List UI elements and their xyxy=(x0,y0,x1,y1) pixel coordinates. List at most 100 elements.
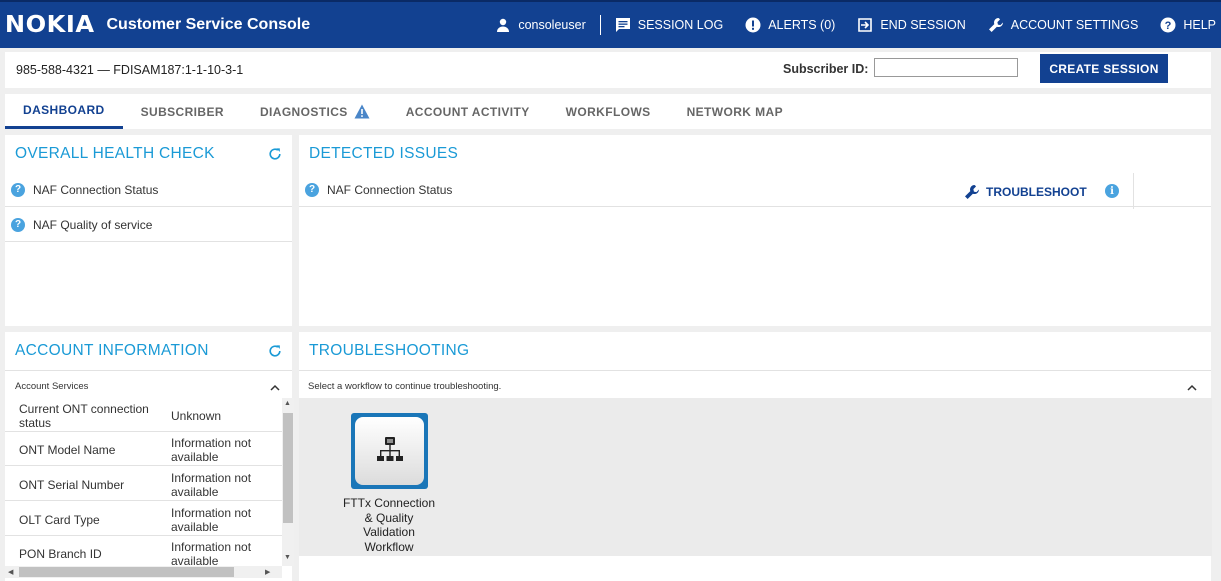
tab-bar: DASHBOARD SUBSCRIBER DIAGNOSTICS ACCOUNT… xyxy=(5,94,1211,129)
tab-label: SUBSCRIBER xyxy=(140,104,224,119)
table-row: ONT Model Name Information not available xyxy=(5,432,282,466)
troubleshooting-instruction: Select a workflow to continue troublesho… xyxy=(308,381,502,392)
row-value: Information not available xyxy=(171,540,252,566)
tab-workflows[interactable]: WORKFLOWS xyxy=(548,94,669,129)
end-session-link[interactable]: END SESSION xyxy=(857,17,966,33)
tab-label: DASHBOARD xyxy=(23,103,105,117)
row-key: ONT Serial Number xyxy=(19,478,125,492)
svg-text:?: ? xyxy=(1165,20,1172,32)
row-key: ONT Model Name xyxy=(19,443,116,457)
row-key: OLT Card Type xyxy=(19,513,100,527)
user-menu[interactable]: consoleuser xyxy=(495,17,586,33)
account-info-title: ACCOUNT INFORMATION xyxy=(15,342,209,359)
create-session-button[interactable]: CREATE SESSION xyxy=(1040,54,1168,83)
horizontal-scrollbar[interactable]: ◀ ▶ xyxy=(5,566,282,578)
username-label: consoleuser xyxy=(518,18,586,32)
vertical-scrollbar[interactable]: ▲ ▼ xyxy=(282,398,294,566)
question-icon: ? xyxy=(305,182,319,197)
help-link[interactable]: ? HELP xyxy=(1160,17,1216,33)
account-settings-link[interactable]: ACCOUNT SETTINGS xyxy=(988,17,1139,33)
detected-issues-panel: DETECTED ISSUES ? NAF Connection Status … xyxy=(299,135,1211,326)
alert-icon xyxy=(745,17,761,33)
top-bar: NOKIA Customer Service Console consoleus… xyxy=(0,0,1221,48)
row-key: Current ONT connection status xyxy=(19,402,149,430)
account-table: Current ONT connection status Unknown ON… xyxy=(5,398,282,566)
troubleshooting-title: TROUBLESHOOTING xyxy=(309,342,470,359)
tab-subscriber[interactable]: SUBSCRIBER xyxy=(123,94,242,129)
divider xyxy=(299,370,1211,371)
divider xyxy=(5,370,292,371)
alerts-label: ALERTS (0) xyxy=(768,18,836,32)
account-info-panel: ACCOUNT INFORMATION Account Services Cur… xyxy=(5,332,294,581)
table-row: OLT Card Type Information not available xyxy=(5,502,282,536)
tab-label: NETWORK MAP xyxy=(686,104,783,119)
detected-issues-title: DETECTED ISSUES xyxy=(309,145,459,162)
row-value: Information not available xyxy=(171,506,252,534)
wrench-icon xyxy=(988,18,1003,32)
troubleshoot-button[interactable]: TROUBLESHOOT xyxy=(964,184,1087,200)
health-item-label: NAF Connection Status xyxy=(33,182,159,197)
message-icon xyxy=(615,18,630,32)
warning-icon xyxy=(354,104,370,119)
refresh-icon[interactable] xyxy=(268,147,282,161)
tab-label: WORKFLOWS xyxy=(565,104,651,119)
row-value: Information not available xyxy=(171,436,252,464)
question-icon: ? xyxy=(11,217,25,232)
health-item[interactable]: ? NAF Quality of service xyxy=(5,208,292,242)
column-divider xyxy=(1133,173,1134,209)
scroll-up-arrow[interactable]: ▲ xyxy=(284,400,291,407)
tab-label: DIAGNOSTICS xyxy=(259,104,348,119)
workflow-hierarchy-icon xyxy=(376,437,403,461)
session-log-link[interactable]: SESSION LOG xyxy=(615,17,723,33)
scroll-down-arrow[interactable]: ▼ xyxy=(284,554,291,561)
troubleshoot-label: TROUBLESHOOT xyxy=(986,185,1087,199)
session-log-label: SESSION LOG xyxy=(637,18,724,32)
scrollbar-thumb[interactable] xyxy=(283,413,293,523)
session-bar: 985-588-4321 — FDISAM187:1-1-10-3-1 Subs… xyxy=(5,52,1211,88)
user-icon xyxy=(497,18,510,32)
row-key: PON Branch ID xyxy=(19,547,102,561)
troubleshooting-panel: TROUBLESHOOTING Select a workflow to con… xyxy=(299,332,1212,581)
exit-icon xyxy=(858,18,873,32)
health-item[interactable]: ? NAF Connection Status xyxy=(5,173,292,207)
end-session-label: END SESSION xyxy=(880,18,966,32)
tab-network-map[interactable]: NETWORK MAP xyxy=(669,94,801,129)
wrench-icon xyxy=(965,185,979,199)
table-row: ONT Serial Number Information not availa… xyxy=(5,467,282,501)
workflow-label: FTTx Connection & Quality Validation Wor… xyxy=(342,496,436,554)
app-title: Customer Service Console xyxy=(106,16,311,33)
refresh-icon[interactable] xyxy=(268,344,282,358)
question-icon: ? xyxy=(11,182,25,197)
tab-dashboard[interactable]: DASHBOARD xyxy=(5,94,123,129)
tab-label: ACCOUNT ACTIVITY xyxy=(405,104,530,119)
alerts-link[interactable]: ALERTS (0) xyxy=(745,17,835,33)
scroll-left-arrow[interactable]: ◀ xyxy=(8,568,13,576)
help-icon: ? xyxy=(1160,17,1176,33)
help-label: HELP xyxy=(1183,18,1216,32)
subscriber-id-input[interactable] xyxy=(874,58,1018,77)
subscriber-summary: 985-588-4321 — FDISAM187:1-1-10-3-1 xyxy=(16,63,244,77)
issue-label: NAF Connection Status xyxy=(327,182,453,197)
subscriber-id-label: Subscriber ID: xyxy=(783,62,869,76)
health-check-title: OVERALL HEALTH CHECK xyxy=(15,145,215,162)
nokia-logo: NOKIA xyxy=(4,12,95,38)
workflow-area: FTTx Connection & Quality Validation Wor… xyxy=(299,398,1212,556)
account-settings-label: ACCOUNT SETTINGS xyxy=(1010,18,1139,32)
workflow-icon-container xyxy=(355,417,424,485)
row-value: Information not available xyxy=(171,471,252,499)
nav-divider xyxy=(599,15,601,35)
row-value: Unknown xyxy=(171,409,222,423)
health-item-label: NAF Quality of service xyxy=(33,217,153,232)
scrollbar-thumb[interactable] xyxy=(19,567,234,577)
tab-diagnostics[interactable]: DIAGNOSTICS xyxy=(242,94,388,129)
health-check-panel: OVERALL HEALTH CHECK ? NAF Connection St… xyxy=(5,135,292,326)
section-heading: Account Services xyxy=(15,381,89,392)
workflow-tile[interactable] xyxy=(351,413,428,489)
tab-account-activity[interactable]: ACCOUNT ACTIVITY xyxy=(388,94,548,129)
scroll-right-arrow[interactable]: ▶ xyxy=(265,568,270,576)
top-navigation: consoleuser SESSION LOG ALERTS (0) END S… xyxy=(495,2,1221,48)
chevron-up-icon[interactable] xyxy=(269,383,281,393)
table-row: Current ONT connection status Unknown xyxy=(5,398,282,432)
chevron-up-icon[interactable] xyxy=(1186,383,1198,393)
info-icon[interactable]: i xyxy=(1105,184,1119,198)
